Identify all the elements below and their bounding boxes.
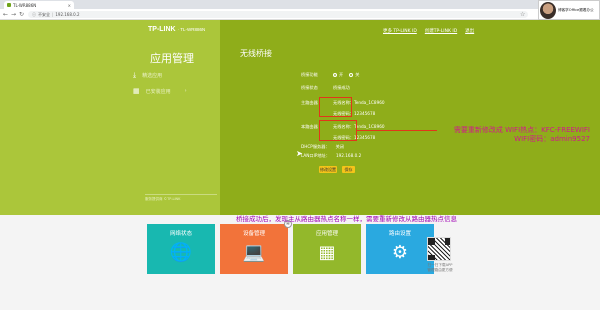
lower-panel: 网络状态 🌐 设备管理 💻 ④ 应用管理 ▦ 路由设置 ⚙ 扫一扫下载APP 管… (0, 215, 600, 310)
annotation-line: 需要重新修改成 WIFI热点：KFC-FREEWIFI (453, 126, 590, 134)
tile-label: 应用管理 (315, 231, 338, 237)
forward-icon[interactable]: → (11, 11, 16, 18)
lan-value: 192.168.0.2 (335, 153, 362, 158)
apps-icon: ▦ (318, 242, 336, 263)
annotation-right: 需要重新修改成 WIFI热点：KFC-FREEWIFI WIFI密码：admin… (440, 126, 590, 144)
tile-device-management[interactable]: 设备管理 💻 ④ (220, 220, 292, 274)
tab-title: TL-WR886N (13, 2, 37, 8)
info-icon: ⓘ (32, 11, 36, 17)
brand-logo: TP-LINK · TL-WR886N (148, 26, 206, 33)
qr-caption: 扫一扫下载APP 管理路由更方便 (427, 263, 453, 272)
radio-on-icon (333, 73, 337, 77)
link-create-id[interactable]: 创建TP-LINK ID (425, 28, 457, 34)
tile-network-status[interactable]: 网络状态 🌐 (147, 224, 215, 274)
gear-icon: ⚙ (391, 242, 409, 263)
brand-name: TP-LINK (148, 26, 176, 33)
bridge-switch-row: 桥接功能 开 关 (301, 72, 359, 78)
globe-icon: 🌐 (169, 242, 193, 263)
security-label: 不安全 (38, 11, 50, 17)
download-icon: ⤓ (133, 71, 137, 79)
reload-icon[interactable]: ↻ (19, 11, 24, 18)
webcam-overlay: 博客学Office跟着办公 (538, 0, 600, 20)
section-title: 无线桥接 (240, 49, 272, 58)
router-panel: TP-LINK · TL-WR886N 应用管理 ⤓ 精选应用 ▦ 已安装应用 … (0, 20, 600, 215)
radio-off-icon (349, 73, 354, 77)
sidebar-footer: 服务提供商 ©TP-LINK (145, 194, 217, 202)
sidebar-item-label: 精选应用 (142, 73, 163, 79)
address-separator: | (52, 12, 54, 17)
status-value: 桥接成功 (333, 85, 350, 90)
nav-bar: ← → ↻ ⓘ 不安全 | 192.168.0.2 ☆ (0, 9, 600, 20)
save-button[interactable]: 保存 (342, 166, 355, 173)
top-links: 更多 TP-LINK ID 创建TP-LINK ID 退出 (383, 28, 474, 34)
status-label: 桥接状态 (301, 85, 318, 90)
tab-router[interactable]: TL-WR886N × (4, 1, 74, 9)
dhcp-label: DHCP服务器： (301, 144, 330, 149)
tile-label: 网络状态 (169, 231, 192, 237)
link-exit[interactable]: 退出 (465, 28, 474, 34)
dhcp-value: 关闭 (335, 144, 344, 149)
bookmark-star-icon[interactable]: ☆ (520, 11, 525, 18)
modify-settings-button[interactable]: 修改设置 (319, 166, 337, 173)
annotation-arrow (357, 130, 437, 132)
cam-name: 博客学Office跟着办公 (558, 8, 594, 12)
bridge-status-row: 桥接状态 桥接成功 (301, 85, 350, 91)
annotation-bottom: 桥接成功后，发现主从路由器热点名称一样，需要重新修改从路由器热点信息 (236, 215, 457, 223)
grid-icon: ▦ (133, 87, 140, 95)
qr-code-icon (427, 237, 451, 261)
favicon-icon (7, 3, 11, 7)
lan-label: LAN口IP地址： (301, 153, 330, 158)
sidebar-item-installed[interactable]: ▦ 已安装应用 › (133, 87, 187, 95)
lan-row: LAN口IP地址： 192.168.0.2 (301, 153, 361, 159)
model-name: TL-WR886N (180, 27, 206, 32)
tab-close-icon[interactable]: × (68, 3, 71, 8)
sidebar: TP-LINK · TL-WR886N 应用管理 ⤓ 精选应用 ▦ 已安装应用 … (0, 20, 220, 215)
bridge-switch-label: 桥接功能 (301, 72, 318, 77)
url-text: 192.168.0.2 (55, 12, 80, 17)
radio-off[interactable]: 关 (349, 72, 359, 78)
back-icon[interactable]: ← (3, 11, 8, 18)
laptop-icon: 💻 (242, 242, 266, 263)
link-more-id[interactable]: 更多 TP-LINK ID (383, 28, 417, 34)
dhcp-row: DHCP服务器： 关闭 (301, 144, 344, 150)
highlight-local-router (319, 120, 357, 141)
page-title: 应用管理 (150, 52, 194, 65)
tile-label: 路由设置 (388, 231, 411, 237)
mouse-cursor-icon: ➤ (296, 149, 303, 158)
address-bar[interactable]: ⓘ 不安全 | 192.168.0.2 (28, 11, 528, 18)
radio-on[interactable]: 开 (333, 72, 343, 78)
sidebar-item-featured[interactable]: ⤓ 精选应用 (133, 71, 162, 80)
tile-label: 设备管理 (242, 231, 265, 237)
highlight-main-router (319, 97, 352, 117)
tab-bar: TL-WR886N × (0, 0, 600, 9)
avatar (540, 1, 556, 19)
chevron-right-icon: › (184, 88, 187, 94)
annotation-line: WIFI密码：admin9527 (514, 135, 590, 143)
sidebar-item-label: 已安装应用 (145, 88, 171, 95)
tile-app-management[interactable]: 应用管理 ▦ (293, 224, 361, 274)
